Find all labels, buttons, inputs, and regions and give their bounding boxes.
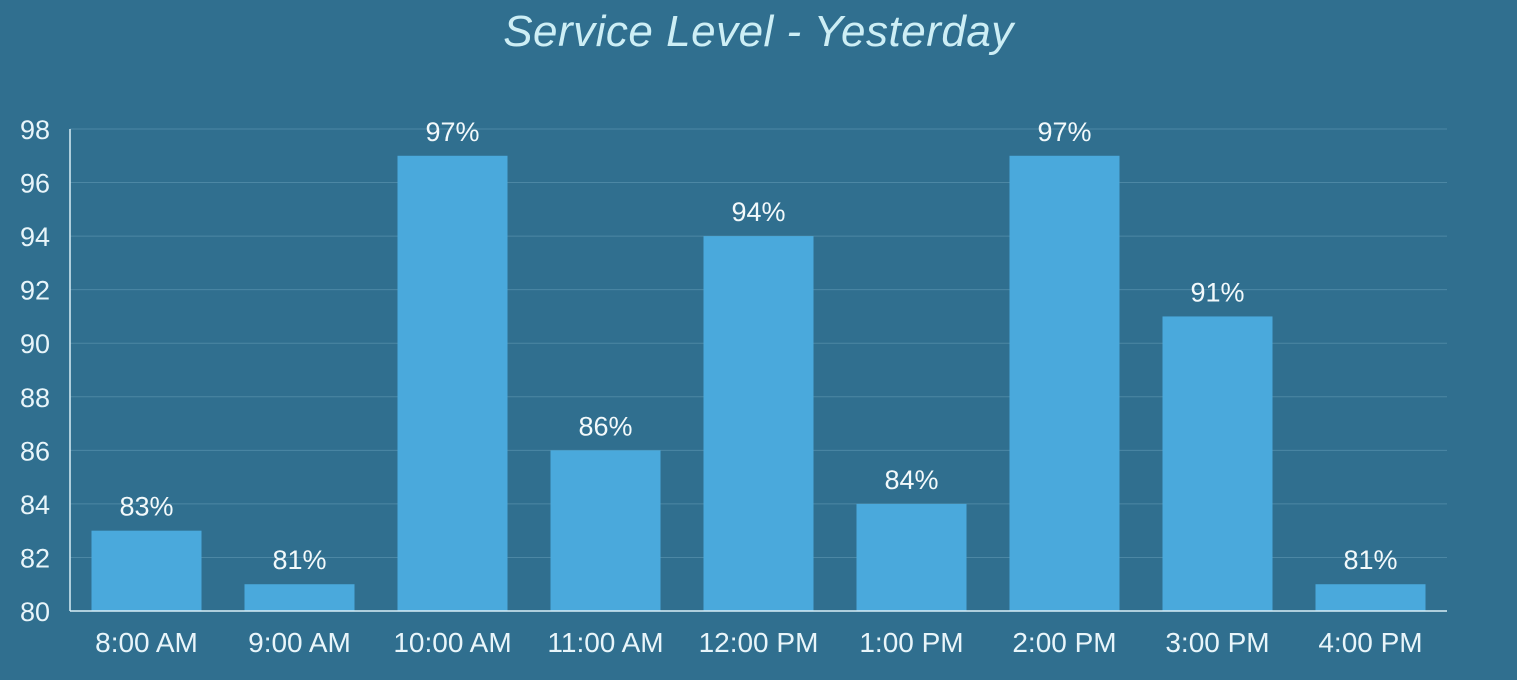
data-label: 84% [884,465,938,495]
data-label: 91% [1190,277,1244,307]
data-label: 81% [272,545,326,575]
y-tick-label: 84 [20,490,50,520]
bar [703,236,814,611]
x-tick-label: 3:00 PM [1165,627,1269,658]
x-tick-label: 10:00 AM [393,627,511,658]
bar-chart: 83% 81% 97% 86% 94% 84% 97% 91% 81% 80 82 84 86 88 90… [20,115,1447,658]
bar [1162,316,1273,611]
data-label: 97% [1037,117,1091,147]
y-tick-label: 88 [20,383,50,413]
bar [91,530,202,611]
y-tick-label: 90 [20,329,50,359]
data-label: 83% [119,492,173,522]
bar [1009,155,1120,611]
data-label: 94% [731,197,785,227]
x-tick-label: 4:00 PM [1318,627,1422,658]
y-tick-label: 98 [20,115,50,145]
y-tick-label: 92 [20,276,50,306]
y-tick-label: 80 [20,597,50,627]
y-tick-label: 86 [20,436,50,466]
bar [550,450,661,611]
y-tick-label: 96 [20,169,50,199]
x-tick-label: 2:00 PM [1012,627,1116,658]
y-tick-label: 94 [20,222,50,252]
data-label: 97% [425,117,479,147]
y-tick-labels: 80 82 84 86 88 90 92 94 96 98 [20,115,50,627]
bar [856,503,967,611]
x-tick-label: 9:00 AM [248,627,351,658]
x-tick-label: 11:00 AM [547,627,663,658]
y-tick-label: 82 [20,543,50,573]
data-label: 86% [578,411,632,441]
x-tick-label: 1:00 PM [859,627,963,658]
data-label: 81% [1343,545,1397,575]
bar [244,584,355,611]
bar [397,155,508,611]
x-tick-labels: 8:00 AM 9:00 AM 10:00 AM 11:00 AM 12:00 PM 1:… [95,627,1423,658]
bar [1315,584,1426,611]
x-tick-label: 8:00 AM [95,627,198,658]
x-tick-label: 12:00 PM [699,627,819,658]
